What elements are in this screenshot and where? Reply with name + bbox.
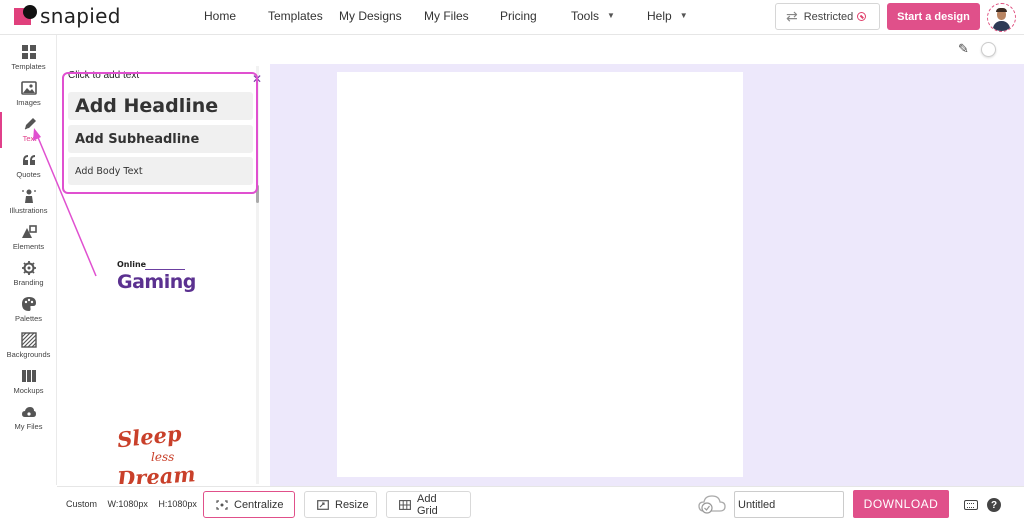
add-grid-label: Add Grid — [417, 492, 438, 517]
logo-text: snapied — [40, 4, 121, 28]
help-icon[interactable]: ? — [987, 498, 1001, 512]
cloud-icon — [21, 404, 37, 420]
nav-help[interactable]: Help ▼ — [647, 9, 688, 23]
grid-icon — [399, 499, 411, 510]
sidebar-item-branding[interactable]: Branding — [0, 256, 57, 292]
columns-icon — [21, 368, 37, 384]
nav-help-label: Help — [647, 9, 672, 23]
sidebar-item-text[interactable]: Text — [0, 112, 57, 148]
swap-arrows-icon: ⇄ — [786, 8, 798, 24]
panel-scroll-track[interactable] — [256, 66, 259, 484]
canvas-toolbar: ✎ — [958, 40, 996, 58]
design-name-input[interactable] — [734, 491, 844, 518]
click-to-add-hint: Click to add text — [68, 70, 140, 81]
centralize-label: Centralize — [234, 498, 284, 511]
sidebar-item-illustrations[interactable]: Illustrations — [0, 184, 57, 220]
shapes-icon — [21, 224, 37, 240]
add-headline-button[interactable]: Add Headline — [68, 92, 253, 120]
sidebar-item-quotes[interactable]: Quotes — [0, 148, 57, 184]
resize-icon — [317, 499, 329, 510]
nav-home[interactable]: Home — [204, 9, 236, 23]
restricted-label: Restricted — [803, 10, 854, 23]
chevron-down-icon: ▼ — [679, 11, 688, 20]
sidebar-item-backgrounds[interactable]: Backgrounds — [0, 328, 57, 364]
resize-button[interactable]: Resize — [304, 491, 377, 518]
nav-pricing[interactable]: Pricing — [500, 9, 537, 23]
keyboard-icon[interactable] — [964, 500, 978, 510]
add-grid-button[interactable]: Add Grid — [386, 491, 471, 518]
sidebar-item-elements[interactable]: Elements — [0, 220, 57, 256]
snapied-logo[interactable]: snapied — [14, 3, 121, 29]
ban-icon — [857, 12, 867, 21]
restricted-button[interactable]: ⇄ Restricted — [775, 3, 880, 30]
sidebar-item-label: Elements — [12, 242, 45, 251]
text-template-online-gaming[interactable]: Online Gaming — [115, 257, 196, 299]
sidebar-item-label: Text — [22, 134, 37, 143]
sidebar-item-label: Quotes — [16, 170, 41, 179]
sidebar-item-mockups[interactable]: Mockups — [0, 364, 57, 400]
nav-templates[interactable]: Templates — [268, 9, 323, 23]
logo-mark-icon — [14, 5, 38, 27]
sidebar-item-label: Templates — [11, 62, 46, 71]
template-line: Gaming — [117, 271, 196, 293]
sidebar-item-palettes[interactable]: Palettes — [0, 292, 57, 328]
pen-icon — [22, 116, 38, 132]
sidebar-item-label: Illustrations — [9, 206, 48, 215]
canvas-width: W:1080px — [107, 499, 148, 509]
palette-icon — [21, 296, 37, 312]
sidebar-item-label: My Files — [14, 422, 43, 431]
sidebar-item-label: Palettes — [14, 314, 43, 323]
sidebar-item-label: Images — [16, 98, 41, 107]
sidebar-item-my-files[interactable]: My Files — [0, 400, 57, 436]
grid-icon — [21, 44, 37, 60]
template-line: Dream — [116, 461, 197, 484]
start-design-button[interactable]: Start a design — [887, 3, 980, 30]
chevron-down-icon: ▼ — [607, 11, 615, 20]
nav-tools-label: Tools — [571, 9, 600, 23]
gear-icon — [21, 260, 37, 276]
add-body-text-button[interactable]: Add Body Text — [68, 157, 253, 185]
template-line: Online — [117, 260, 147, 269]
image-icon — [20, 80, 37, 96]
theme-toggle[interactable] — [980, 41, 996, 57]
download-button[interactable]: DOWNLOAD — [853, 490, 949, 518]
panel-scrollbar-thumb[interactable] — [256, 185, 259, 203]
illustration-icon — [21, 188, 37, 204]
resize-label: Resize — [335, 498, 369, 511]
centralize-icon — [216, 499, 228, 510]
canvas-size-info: Custom W:1080px H:1080px — [66, 499, 205, 509]
close-icon[interactable]: ✕ — [252, 72, 262, 86]
nav-tools[interactable]: Tools ▼ — [571, 9, 615, 23]
cloud-sync-icon — [697, 493, 727, 515]
sidebar-item-label: Mockups — [13, 386, 44, 395]
nav-my-files[interactable]: My Files — [424, 9, 469, 23]
add-subheadline-button[interactable]: Add Subheadline — [68, 125, 253, 153]
design-canvas[interactable] — [337, 72, 743, 477]
sidebar-item-templates[interactable]: Templates — [0, 40, 57, 76]
centralize-button[interactable]: Centralize — [203, 491, 295, 518]
template-line: Sleep — [115, 422, 183, 453]
sidebar-item-label: Branding — [13, 278, 44, 287]
nav-my-designs[interactable]: My Designs — [339, 9, 402, 23]
edit-pen-icon[interactable]: ✎ — [958, 41, 969, 57]
quote-icon — [21, 152, 37, 168]
size-preset: Custom — [66, 499, 98, 509]
text-template-sleep-less-dream[interactable]: Sleep less Dream — [115, 422, 197, 484]
user-avatar[interactable] — [987, 3, 1016, 32]
sidebar-item-images[interactable]: Images — [0, 76, 57, 112]
canvas-height: H:1080px — [158, 499, 197, 509]
hatch-icon — [20, 332, 37, 348]
sidebar-item-label: Backgrounds — [6, 350, 51, 359]
